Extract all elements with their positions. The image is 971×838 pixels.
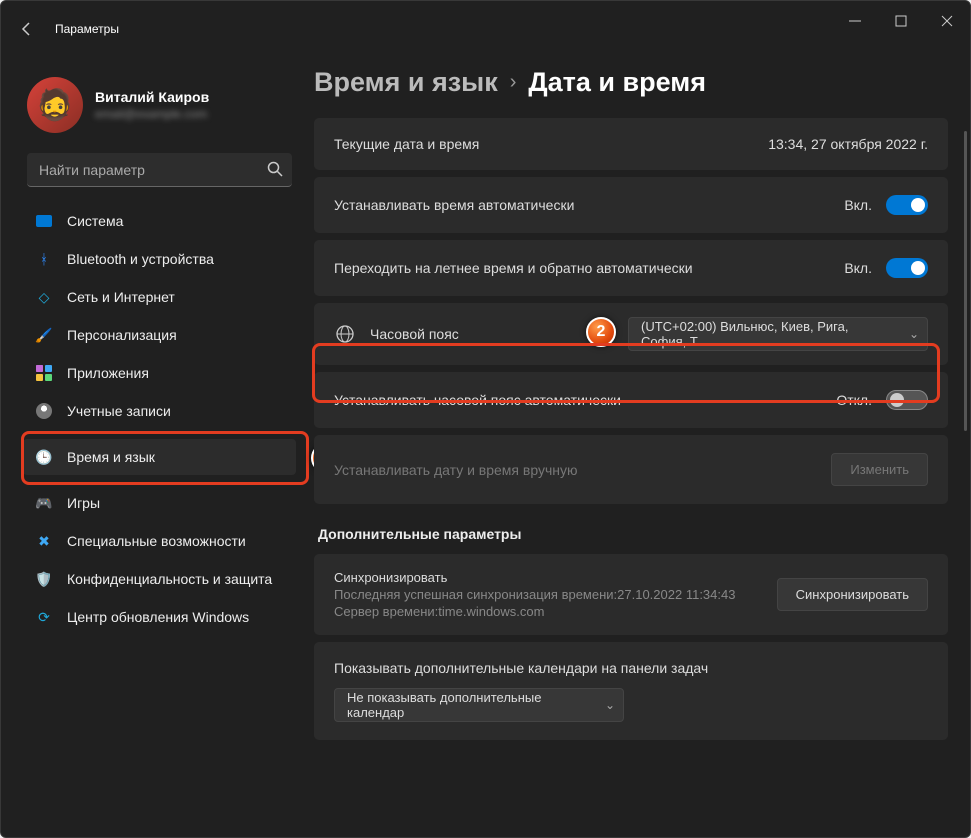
scrollbar-thumb[interactable] xyxy=(964,131,967,431)
account-icon xyxy=(35,402,53,420)
sidebar-item-time-language[interactable]: 🕒 Время и язык xyxy=(23,439,296,475)
dropdown-timezone[interactable]: (UTC+02:00) Вильнюс, Киев, Рига, София, … xyxy=(628,317,928,351)
breadcrumb-current: Дата и время xyxy=(528,67,706,98)
sidebar-item-gaming[interactable]: 🎮 Игры xyxy=(23,485,296,521)
titlebar: Параметры xyxy=(1,1,970,57)
main-content: Время и язык › Дата и время Текущие дата… xyxy=(306,57,970,837)
sidebar-item-label: Сеть и Интернет xyxy=(67,289,175,305)
card-current-datetime: Текущие дата и время 13:34, 27 октября 2… xyxy=(314,118,948,170)
search-input[interactable] xyxy=(27,153,292,187)
card-additional-calendars: Показывать дополнительные календари на п… xyxy=(314,642,948,740)
globe-icon xyxy=(334,324,356,344)
toggle-state-label: Откл. xyxy=(836,392,872,408)
profile-block[interactable]: 🧔 Виталий Каиров email@example.com xyxy=(23,73,296,145)
toggle-auto-timezone[interactable] xyxy=(886,390,928,410)
apps-icon xyxy=(35,364,53,382)
wifi-icon: ◇ xyxy=(35,288,53,306)
card-label: Текущие дата и время xyxy=(334,136,754,152)
sidebar-item-network[interactable]: ◇ Сеть и Интернет xyxy=(23,279,296,315)
chevron-down-icon: ⌄ xyxy=(909,327,919,341)
sidebar-item-label: Bluetooth и устройства xyxy=(67,251,214,267)
avatar: 🧔 xyxy=(27,77,83,133)
button-change-datetime: Изменить xyxy=(831,453,928,486)
dropdown-value: (UTC+02:00) Вильнюс, Киев, Рига, София, … xyxy=(641,319,895,349)
button-sync-now[interactable]: Синхронизировать xyxy=(777,578,928,611)
close-button[interactable] xyxy=(924,1,970,41)
toggle-state-label: Вкл. xyxy=(844,260,872,276)
sidebar-item-label: Время и язык xyxy=(67,449,155,465)
sync-last: Последняя успешная синхронизация времени… xyxy=(334,587,777,602)
sidebar-item-accounts[interactable]: Учетные записи xyxy=(23,393,296,429)
sidebar-item-label: Персонализация xyxy=(67,327,177,343)
search-icon xyxy=(266,160,284,183)
sidebar-item-privacy[interactable]: 🛡️ Конфиденциальность и защита xyxy=(23,561,296,597)
dropdown-value: Не показывать дополнительные календар xyxy=(347,690,591,720)
toggle-dst[interactable] xyxy=(886,258,928,278)
update-icon: ⟳ xyxy=(35,608,53,626)
sync-server: Сервер времени:time.windows.com xyxy=(334,604,777,619)
system-icon xyxy=(35,212,53,230)
profile-name: Виталий Каиров xyxy=(95,89,209,105)
sidebar-item-bluetooth[interactable]: ᚼ Bluetooth и устройства xyxy=(23,241,296,277)
sidebar-item-label: Приложения xyxy=(67,365,149,381)
sidebar-item-label: Специальные возможности xyxy=(67,533,246,549)
breadcrumb-parent[interactable]: Время и язык xyxy=(314,67,498,98)
nav-list: Система ᚼ Bluetooth и устройства ◇ Сеть и … xyxy=(23,203,296,635)
toggle-auto-time[interactable] xyxy=(886,195,928,215)
sidebar-item-personalization[interactable]: 🖌️ Персонализация xyxy=(23,317,296,353)
card-sync: Синхронизировать Последняя успешная синх… xyxy=(314,554,948,635)
games-icon: 🎮 xyxy=(35,494,53,512)
sidebar-item-windows-update[interactable]: ⟳ Центр обновления Windows xyxy=(23,599,296,635)
card-timezone: Часовой пояс 2 (UTC+02:00) Вильнюс, Киев… xyxy=(314,303,948,365)
sidebar-item-label: Система xyxy=(67,213,123,229)
app-title: Параметры xyxy=(55,22,119,36)
back-button[interactable] xyxy=(9,11,45,47)
card-manual-datetime: Устанавливать дату и время вручную Измен… xyxy=(314,435,948,504)
card-label: Устанавливать время автоматически xyxy=(334,197,830,213)
minimize-button[interactable] xyxy=(832,1,878,41)
card-label: Показывать дополнительные календари на п… xyxy=(334,660,708,676)
dropdown-additional-calendars[interactable]: Не показывать дополнительные календар ⌄ xyxy=(334,688,624,722)
toggle-state-label: Вкл. xyxy=(844,197,872,213)
sidebar-item-label: Конфиденциальность и защита xyxy=(67,571,272,587)
card-label: Часовой пояс xyxy=(370,326,614,342)
card-dst: Переходить на летнее время и обратно авт… xyxy=(314,240,948,296)
sidebar-item-accessibility[interactable]: ✖ Специальные возможности xyxy=(23,523,296,559)
card-auto-timezone: Устанавливать часовой пояс автоматически… xyxy=(314,372,948,428)
sidebar-item-label: Центр обновления Windows xyxy=(67,609,249,625)
clock-icon: 🕒 xyxy=(35,448,53,466)
sync-title: Синхронизировать xyxy=(334,570,777,585)
card-auto-time: Устанавливать время автоматически Вкл. xyxy=(314,177,948,233)
maximize-button[interactable] xyxy=(878,1,924,41)
search-box xyxy=(27,153,292,187)
sidebar-item-label: Игры xyxy=(67,495,100,511)
breadcrumb: Время и язык › Дата и время xyxy=(314,57,948,118)
chevron-down-icon: ⌄ xyxy=(605,698,615,712)
brush-icon: 🖌️ xyxy=(35,326,53,344)
chevron-right-icon: › xyxy=(510,71,517,94)
card-label: Переходить на летнее время и обратно авт… xyxy=(334,260,830,276)
card-label: Устанавливать дату и время вручную xyxy=(334,462,817,478)
sidebar-item-apps[interactable]: Приложения xyxy=(23,355,296,391)
profile-email: email@example.com xyxy=(95,107,209,121)
section-additional-title: Дополнительные параметры xyxy=(318,526,948,542)
shield-icon: 🛡️ xyxy=(35,570,53,588)
card-label: Устанавливать часовой пояс автоматически xyxy=(334,392,822,408)
current-datetime-value: 13:34, 27 октября 2022 г. xyxy=(768,136,928,152)
sidebar-item-system[interactable]: Система xyxy=(23,203,296,239)
accessibility-icon: ✖ xyxy=(35,532,53,550)
sidebar-item-label: Учетные записи xyxy=(67,403,171,419)
sidebar: 🧔 Виталий Каиров email@example.com Систе… xyxy=(1,57,306,837)
settings-window: Параметры 🧔 Виталий Каиров email@example… xyxy=(0,0,971,838)
bluetooth-icon: ᚼ xyxy=(35,250,53,268)
